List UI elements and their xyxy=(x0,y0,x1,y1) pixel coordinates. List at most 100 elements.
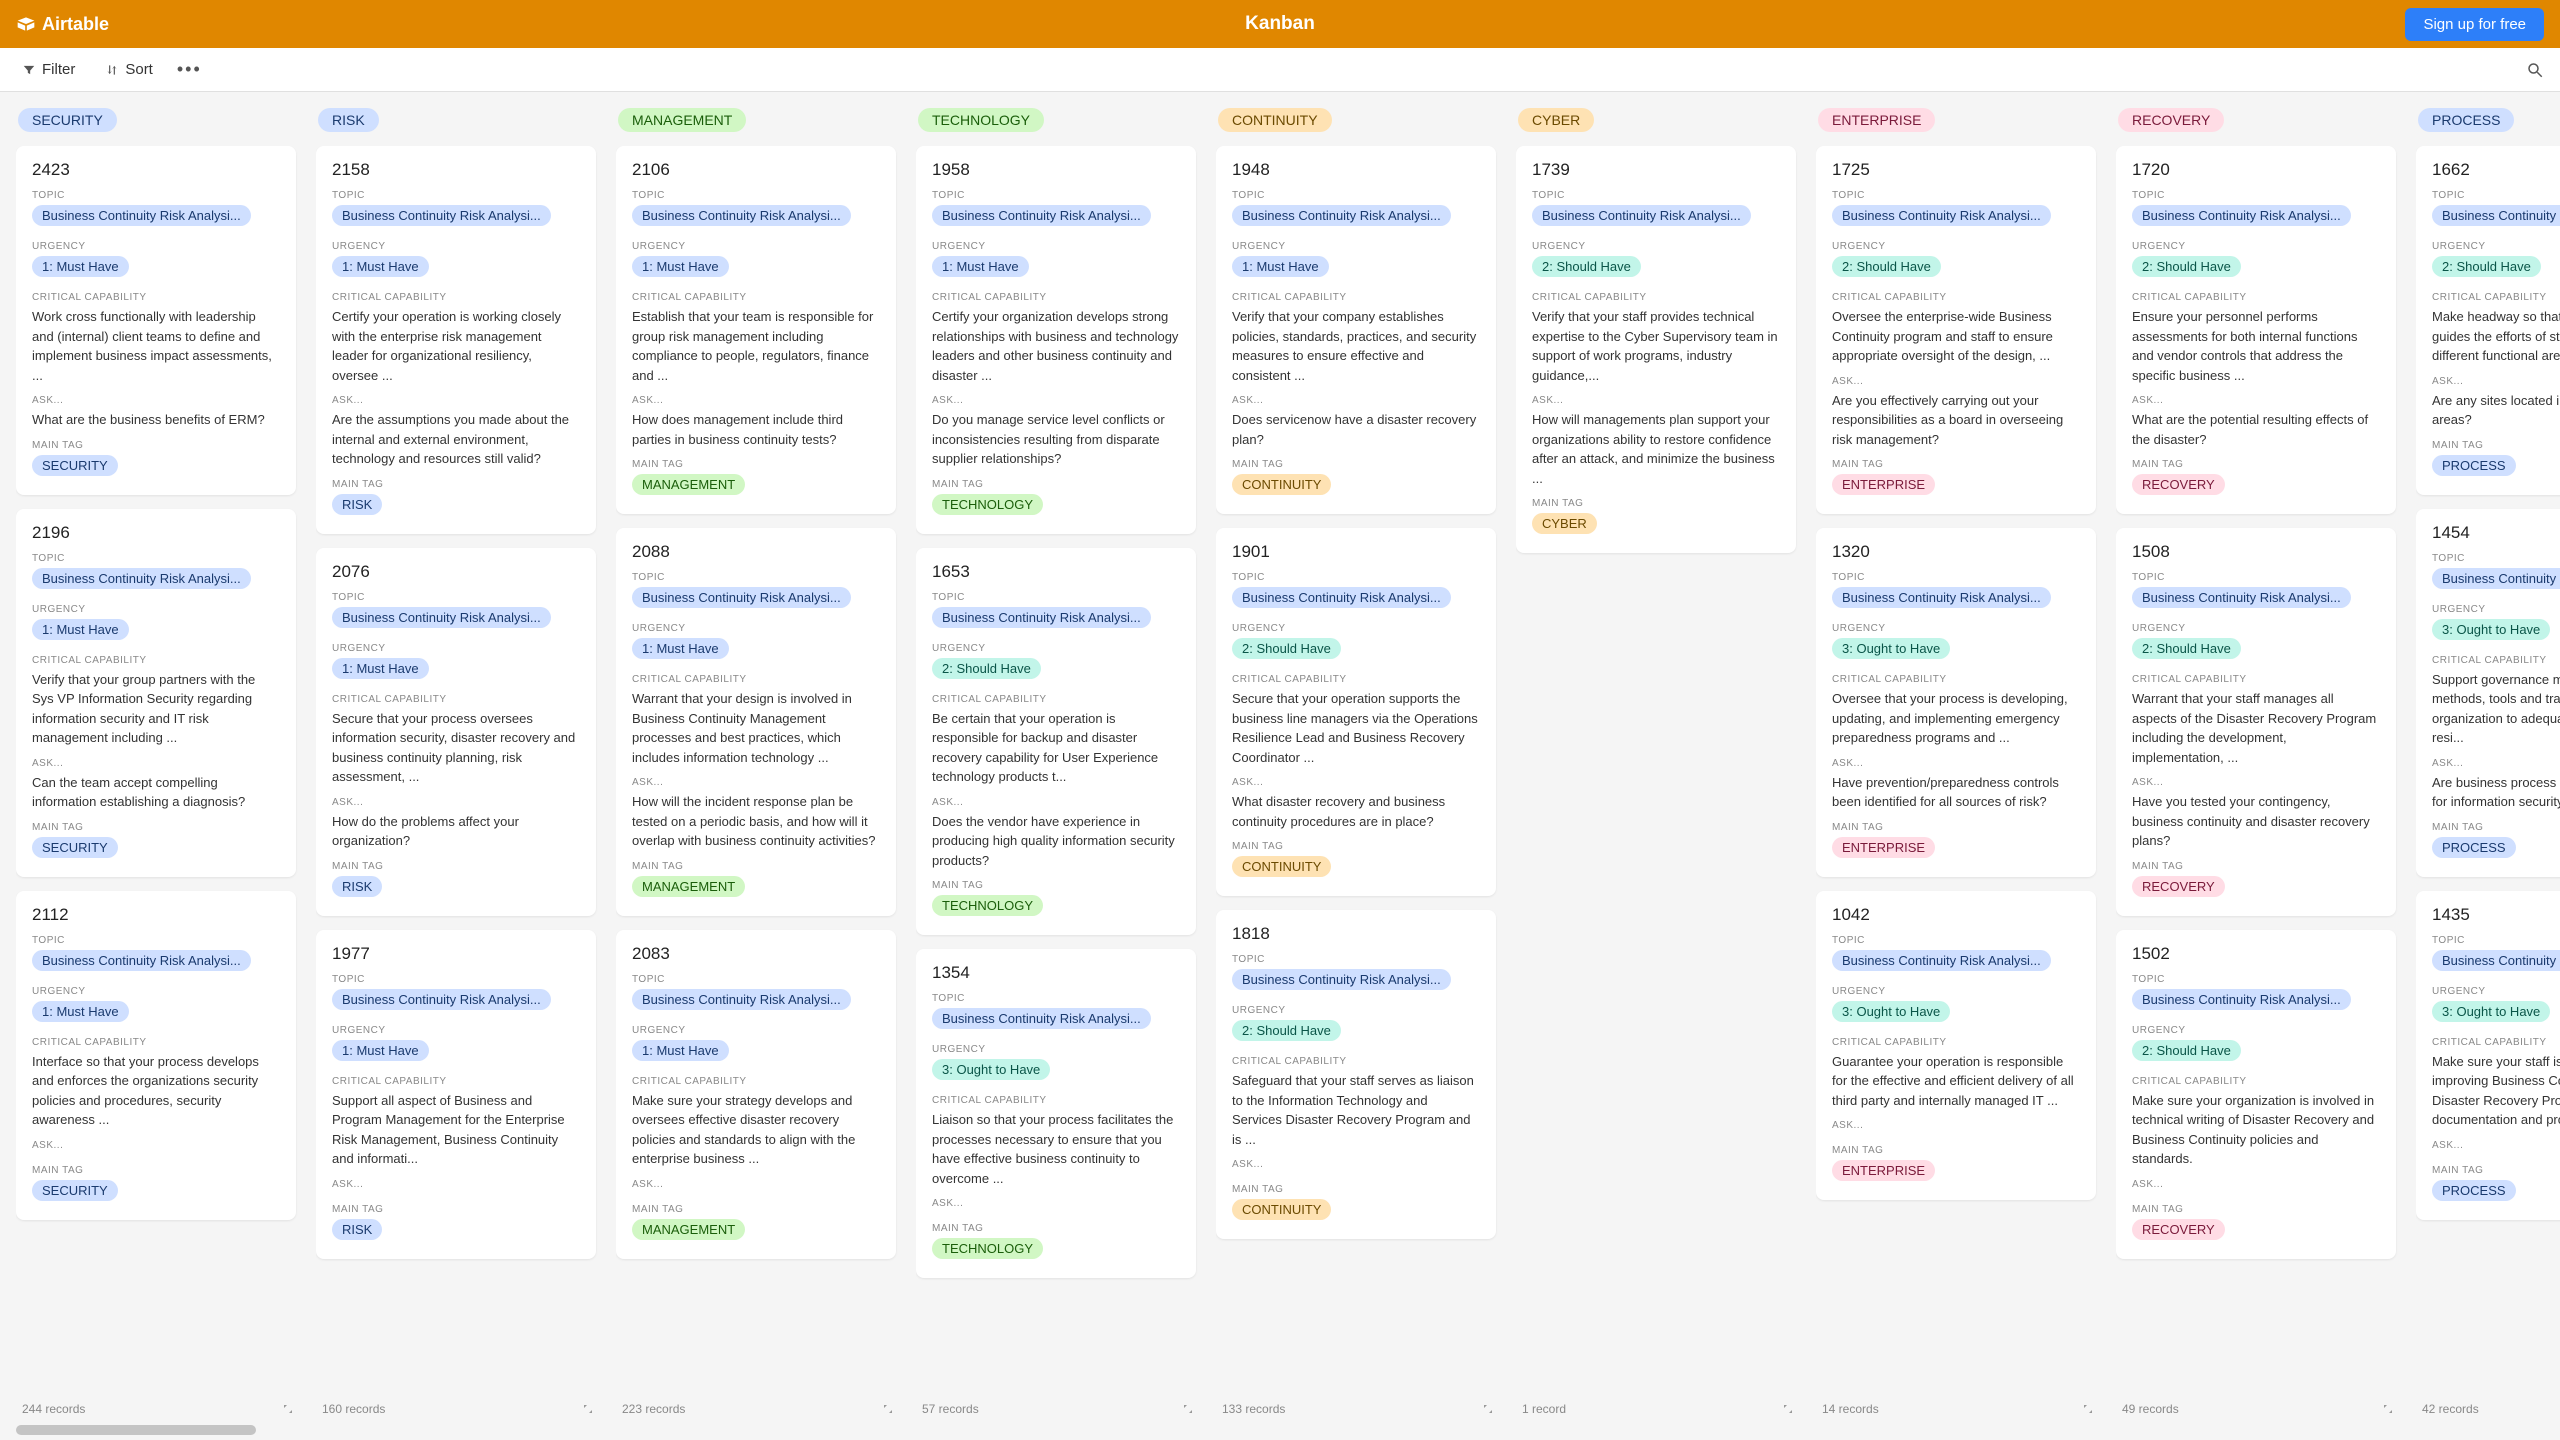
field-label-capability: CRITICAL CAPABILITY xyxy=(932,1095,1180,1106)
kanban-card[interactable]: 1977TOPICBusiness Continuity Risk Analys… xyxy=(316,930,596,1259)
record-count: 1 record xyxy=(1522,1402,1566,1416)
field-label-topic: TOPIC xyxy=(1232,954,1480,965)
urgency-pill: 2: Should Have xyxy=(1232,638,1341,659)
kanban-card[interactable]: 2112TOPICBusiness Continuity Risk Analys… xyxy=(16,891,296,1220)
field-label-topic: TOPIC xyxy=(332,592,580,603)
field-label-capability: CRITICAL CAPABILITY xyxy=(932,694,1180,705)
cards-scroll[interactable]: 1948TOPICBusiness Continuity Risk Analys… xyxy=(1216,146,1500,1394)
kanban-card[interactable]: 1320TOPICBusiness Continuity Risk Analys… xyxy=(1816,528,2096,877)
kanban-card[interactable]: 1948TOPICBusiness Continuity Risk Analys… xyxy=(1216,146,1496,514)
kanban-card[interactable]: 1662TOPICBusiness Continuity Risk Analys… xyxy=(2416,146,2560,495)
ask-text: Have prevention/preparedness controls be… xyxy=(1832,773,2080,812)
record-count: 133 records xyxy=(1222,1402,1285,1416)
expand-icon[interactable] xyxy=(1782,1403,1794,1415)
kanban-board[interactable]: SECURITY 2423TOPICBusiness Continuity Ris… xyxy=(0,92,2560,1420)
cards-scroll[interactable]: 1725TOPICBusiness Continuity Risk Analys… xyxy=(1816,146,2100,1394)
main-tag-pill: CONTINUITY xyxy=(1232,856,1331,877)
scrollbar-thumb[interactable] xyxy=(16,1425,256,1435)
horizontal-scrollbar[interactable] xyxy=(0,1420,2560,1440)
expand-icon[interactable] xyxy=(2382,1403,2394,1415)
kanban-card[interactable]: 1901TOPICBusiness Continuity Risk Analys… xyxy=(1216,528,1496,896)
column-header-pill[interactable]: SECURITY xyxy=(18,108,117,132)
column-header-pill[interactable]: PROCESS xyxy=(2418,108,2514,132)
filter-button[interactable]: Filter xyxy=(16,57,81,82)
cards-scroll[interactable]: 1958TOPICBusiness Continuity Risk Analys… xyxy=(916,146,1200,1394)
topic-pill: Business Continuity Risk Analysi... xyxy=(1232,205,1451,226)
column-header-pill[interactable]: RISK xyxy=(318,108,379,132)
field-label-topic: TOPIC xyxy=(1832,935,2080,946)
main-tag-pill: PROCESS xyxy=(2432,455,2516,476)
cards-scroll[interactable]: 1662TOPICBusiness Continuity Risk Analys… xyxy=(2416,146,2560,1394)
record-count: 160 records xyxy=(322,1402,385,1416)
urgency-pill: 3: Ought to Have xyxy=(2432,619,2550,640)
kanban-card[interactable]: 2076 TOPIC Business Continuity Risk Analys… xyxy=(316,548,596,916)
cards-scroll[interactable]: 2158TOPICBusiness Continuity Risk Analys… xyxy=(316,146,600,1394)
column-header-pill[interactable]: CONTINUITY xyxy=(1218,108,1332,132)
column-header-pill[interactable]: MANAGEMENT xyxy=(618,108,746,132)
card-id: 1977 xyxy=(332,944,580,964)
field-label-topic: TOPIC xyxy=(632,190,880,201)
column-footer: 133 records xyxy=(1216,1394,1500,1420)
more-button[interactable]: ••• xyxy=(177,59,202,80)
expand-icon[interactable] xyxy=(582,1403,594,1415)
kanban-card[interactable]: 2423TOPICBusiness Continuity Risk Analys… xyxy=(16,146,296,495)
main-tag-pill: CONTINUITY xyxy=(1232,474,1331,495)
topic-pill: Business Continuity Risk Analysi... xyxy=(932,1008,1151,1029)
field-label-urgency: URGENCY xyxy=(632,1025,880,1036)
topic-pill: Business Continuity Risk Analysi... xyxy=(32,205,251,226)
kanban-card[interactable]: 1739TOPICBusiness Continuity Risk Analys… xyxy=(1516,146,1796,553)
kanban-card[interactable]: 2106TOPICBusiness Continuity Risk Analys… xyxy=(616,146,896,514)
topic-pill: Business Continuity Risk Analysi... xyxy=(1832,205,2051,226)
column-header-pill[interactable]: ENTERPRISE xyxy=(1818,108,1935,132)
kanban-card[interactable]: 1653TOPICBusiness Continuity Risk Analys… xyxy=(916,548,1196,936)
cards-scroll[interactable]: 2106TOPICBusiness Continuity Risk Analys… xyxy=(616,146,900,1394)
field-label-maintag: MAIN TAG xyxy=(32,822,280,833)
field-label-urgency: URGENCY xyxy=(1232,1005,1480,1016)
expand-icon[interactable] xyxy=(1482,1403,1494,1415)
kanban-card[interactable]: 1354TOPICBusiness Continuity Risk Analys… xyxy=(916,949,1196,1278)
capability-text: Verify that your staff provides technica… xyxy=(1532,307,1780,385)
kanban-card[interactable]: 1725TOPICBusiness Continuity Risk Analys… xyxy=(1816,146,2096,514)
capability-text: Warrant that your staff manages all aspe… xyxy=(2132,689,2380,767)
kanban-card[interactable]: 2088TOPICBusiness Continuity Risk Analys… xyxy=(616,528,896,916)
capability-text: Secure that your operation supports the … xyxy=(1232,689,1480,767)
column-footer: 57 records xyxy=(916,1394,1200,1420)
main-tag-pill: TECHNOLOGY xyxy=(932,494,1043,515)
card-id: 2076 xyxy=(332,562,580,582)
kanban-card[interactable]: 1958TOPICBusiness Continuity Risk Analys… xyxy=(916,146,1196,534)
column-header-pill[interactable]: TECHNOLOGY xyxy=(918,108,1044,132)
expand-icon[interactable] xyxy=(2082,1403,2094,1415)
kanban-card[interactable]: 1454TOPICBusiness Continuity Risk Analys… xyxy=(2416,509,2560,877)
expand-icon[interactable] xyxy=(282,1403,294,1415)
kanban-card[interactable]: 1042TOPICBusiness Continuity Risk Analys… xyxy=(1816,891,2096,1201)
kanban-card[interactable]: 1502TOPICBusiness Continuity Risk Analys… xyxy=(2116,930,2396,1259)
topic-pill: Business Continuity Risk Analysi... xyxy=(332,607,551,628)
signup-button[interactable]: Sign up for free xyxy=(2405,8,2544,41)
kanban-card[interactable]: 1818TOPICBusiness Continuity Risk Analys… xyxy=(1216,910,1496,1239)
logo[interactable]: Airtable xyxy=(16,14,109,35)
airtable-logo-icon xyxy=(16,14,36,34)
cards-scroll[interactable]: 1739TOPICBusiness Continuity Risk Analys… xyxy=(1516,146,1800,1394)
ask-text: What are the potential resulting effects… xyxy=(2132,410,2380,449)
cards-scroll[interactable]: 1720TOPICBusiness Continuity Risk Analys… xyxy=(2116,146,2400,1394)
expand-icon[interactable] xyxy=(1182,1403,1194,1415)
search-button[interactable] xyxy=(2526,61,2544,79)
kanban-card[interactable]: 2083TOPICBusiness Continuity Risk Analys… xyxy=(616,930,896,1259)
kanban-card[interactable]: 1435TOPICBusiness Continuity Risk Analys… xyxy=(2416,891,2560,1220)
cards-scroll[interactable]: 2423TOPICBusiness Continuity Risk Analys… xyxy=(16,146,300,1394)
main-tag-pill: PROCESS xyxy=(2432,837,2516,858)
field-label-capability: CRITICAL CAPABILITY xyxy=(1232,674,1480,685)
expand-icon[interactable] xyxy=(882,1403,894,1415)
column-header-pill[interactable]: RECOVERY xyxy=(2118,108,2224,132)
sort-button[interactable]: Sort xyxy=(99,57,159,82)
kanban-card[interactable]: 1720TOPICBusiness Continuity Risk Analys… xyxy=(2116,146,2396,514)
field-label-urgency: URGENCY xyxy=(632,623,880,634)
field-label-ask: ASK... xyxy=(32,395,280,406)
kanban-card[interactable]: 1508TOPICBusiness Continuity Risk Analys… xyxy=(2116,528,2396,916)
topic-pill: Business Continuity Risk Analysi... xyxy=(332,205,551,226)
kanban-column: RECOVERY 1720TOPICBusiness Continuity Ris… xyxy=(2116,108,2400,1420)
kanban-card[interactable]: 2158TOPICBusiness Continuity Risk Analys… xyxy=(316,146,596,534)
column-header-pill[interactable]: CYBER xyxy=(1518,108,1594,132)
kanban-card[interactable]: 2196TOPICBusiness Continuity Risk Analys… xyxy=(16,509,296,877)
urgency-pill: 2: Should Have xyxy=(2432,256,2541,277)
